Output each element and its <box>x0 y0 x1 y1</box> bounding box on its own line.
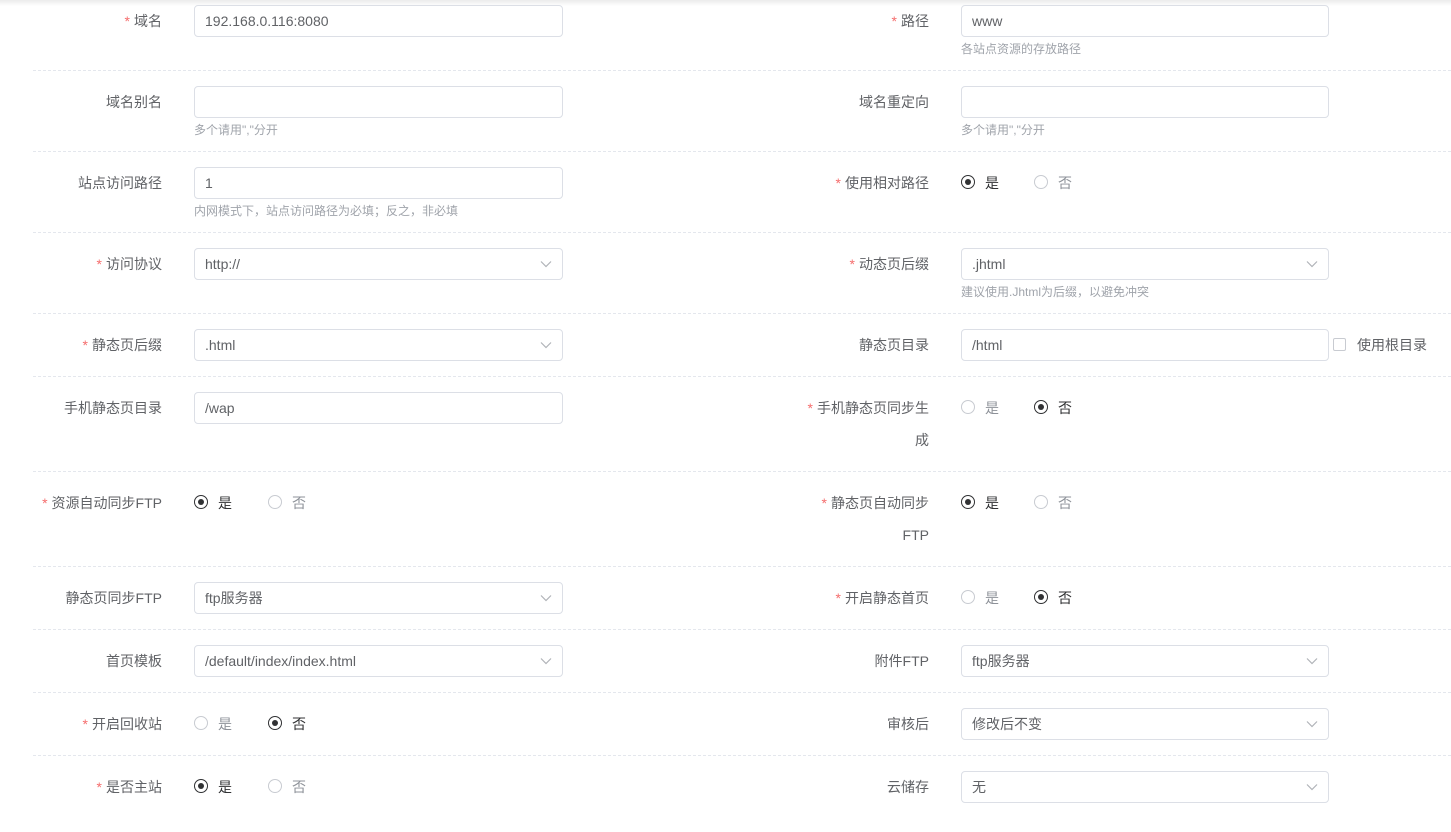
domain-alias-hint: 多个请用","分开 <box>194 123 278 137</box>
static-sync-ftp-select[interactable]: ftp服务器 <box>194 582 563 614</box>
use-relative-path-no-radio[interactable]: 否 <box>1034 173 1072 193</box>
dynamic-suffix-label: * 动态页后缀 <box>849 256 929 272</box>
radio-unchecked-icon <box>1034 495 1048 509</box>
chevron-down-icon <box>1306 784 1318 791</box>
site-access-path-hint: 内网模式下，站点访问路径为必填；反之，非必填 <box>194 204 459 218</box>
resource-sync-ftp-no-radio[interactable]: 否 <box>268 493 306 513</box>
static-suffix-label: * 静态页后缀 <box>82 337 162 353</box>
required-mark: * <box>96 256 102 272</box>
required-mark: * <box>96 779 102 795</box>
static-dir-label: 静态页目录 <box>859 337 929 353</box>
enable-recycle-no-radio[interactable]: 否 <box>268 714 306 734</box>
cloud-storage-label: 云储存 <box>887 779 929 795</box>
radio-unchecked-icon <box>268 495 282 509</box>
mobile-static-dir-label: 手机静态页目录 <box>64 400 162 416</box>
radio-checked-icon <box>961 495 975 509</box>
mobile-static-sync-label: * 手机静态页同步生成 <box>807 400 929 448</box>
protocol-label: * 访问协议 <box>96 256 162 272</box>
use-relative-path-label: * 使用相对路径 <box>835 175 929 191</box>
domain-label: * 域名 <box>124 13 162 29</box>
home-template-label: 首页模板 <box>106 653 162 669</box>
is-main-site-label: * 是否主站 <box>96 779 162 795</box>
static-suffix-select[interactable]: .html <box>194 329 563 361</box>
checkbox-icon <box>1333 338 1346 351</box>
required-mark: * <box>82 337 88 353</box>
form-row-sync-ftp <box>33 472 1451 567</box>
domain-input[interactable]: 192.168.0.116:8080 <box>194 5 563 37</box>
enable-recycle-label: * 开启回收站 <box>82 716 162 732</box>
static-sync-ftp-auto-no-radio[interactable]: 否 <box>1034 493 1072 513</box>
site-access-path-input[interactable]: 1 <box>194 167 563 199</box>
attachment-ftp-label: 附件FTP <box>874 653 929 669</box>
home-template-select[interactable]: /default/index/index.html <box>194 645 563 677</box>
domain-redirect-hint: 多个请用","分开 <box>961 123 1045 137</box>
static-dir-input[interactable]: /html <box>961 329 1329 361</box>
radio-checked-icon <box>1034 400 1048 414</box>
required-mark: * <box>891 13 897 29</box>
is-main-site-no-radio[interactable]: 否 <box>268 777 306 797</box>
is-main-site-yes-radio[interactable]: 是 <box>194 777 232 797</box>
path-label: * 路径 <box>891 13 929 29</box>
required-mark: * <box>124 13 130 29</box>
path-hint: 各站点资源的存放路径 <box>961 42 1082 56</box>
radio-unchecked-icon <box>961 590 975 604</box>
radio-checked-icon <box>268 716 282 730</box>
enable-static-home-yes-radio[interactable]: 是 <box>961 588 999 608</box>
after-review-select[interactable]: 修改后不变 <box>961 708 1329 740</box>
chevron-down-icon <box>540 658 552 665</box>
radio-unchecked-icon <box>961 400 975 414</box>
required-mark: * <box>82 716 88 732</box>
enable-static-home-no-radio[interactable]: 否 <box>1034 588 1072 608</box>
chevron-down-icon <box>540 342 552 349</box>
enable-recycle-yes-radio[interactable]: 是 <box>194 714 232 734</box>
cloud-storage-select[interactable]: 无 <box>961 771 1329 803</box>
radio-unchecked-icon <box>1034 175 1048 189</box>
enable-static-home-label: * 开启静态首页 <box>835 590 929 606</box>
required-mark: * <box>849 256 855 272</box>
after-review-label: 审核后 <box>887 716 929 732</box>
domain-redirect-label: 域名重定向 <box>859 94 929 110</box>
dynamic-suffix-select[interactable]: .jhtml <box>961 248 1329 280</box>
domain-redirect-input[interactable] <box>961 86 1329 118</box>
chevron-down-icon <box>540 595 552 602</box>
chevron-down-icon <box>1306 658 1318 665</box>
required-mark: * <box>821 495 827 511</box>
required-mark: * <box>835 590 841 606</box>
attachment-ftp-select[interactable]: ftp服务器 <box>961 645 1329 677</box>
chevron-down-icon <box>540 261 552 268</box>
radio-checked-icon <box>1034 590 1048 604</box>
chevron-down-icon <box>1306 721 1318 728</box>
static-sync-ftp-auto-label: * 静态页自动同步 FTP <box>821 495 929 543</box>
radio-unchecked-icon <box>194 716 208 730</box>
required-mark: * <box>42 495 48 511</box>
dynamic-suffix-hint: 建议使用.Jhtml为后缀，以避免冲突 <box>961 285 1150 299</box>
mobile-static-sync-no-radio[interactable]: 否 <box>1034 398 1072 418</box>
path-input[interactable]: www <box>961 5 1329 37</box>
domain-alias-input[interactable] <box>194 86 563 118</box>
protocol-select[interactable]: http:// <box>194 248 563 280</box>
resource-sync-ftp-label: * 资源自动同步FTP <box>42 495 162 511</box>
radio-checked-icon <box>194 779 208 793</box>
radio-checked-icon <box>961 175 975 189</box>
mobile-static-sync-yes-radio[interactable]: 是 <box>961 398 999 418</box>
mobile-static-dir-input[interactable]: /wap <box>194 392 563 424</box>
required-mark: * <box>807 400 813 416</box>
use-root-dir-checkbox[interactable]: 使用根目录 <box>1333 335 1427 355</box>
site-access-path-label: 站点访问路径 <box>78 175 162 191</box>
static-sync-ftp-label: 静态页同步FTP <box>65 590 162 606</box>
chevron-down-icon <box>1306 261 1318 268</box>
radio-unchecked-icon <box>268 779 282 793</box>
radio-checked-icon <box>194 495 208 509</box>
use-relative-path-yes-radio[interactable]: 是 <box>961 173 999 193</box>
required-mark: * <box>835 175 841 191</box>
domain-alias-label: 域名别名 <box>106 94 162 110</box>
resource-sync-ftp-yes-radio[interactable]: 是 <box>194 493 232 513</box>
static-sync-ftp-auto-yes-radio[interactable]: 是 <box>961 493 999 513</box>
